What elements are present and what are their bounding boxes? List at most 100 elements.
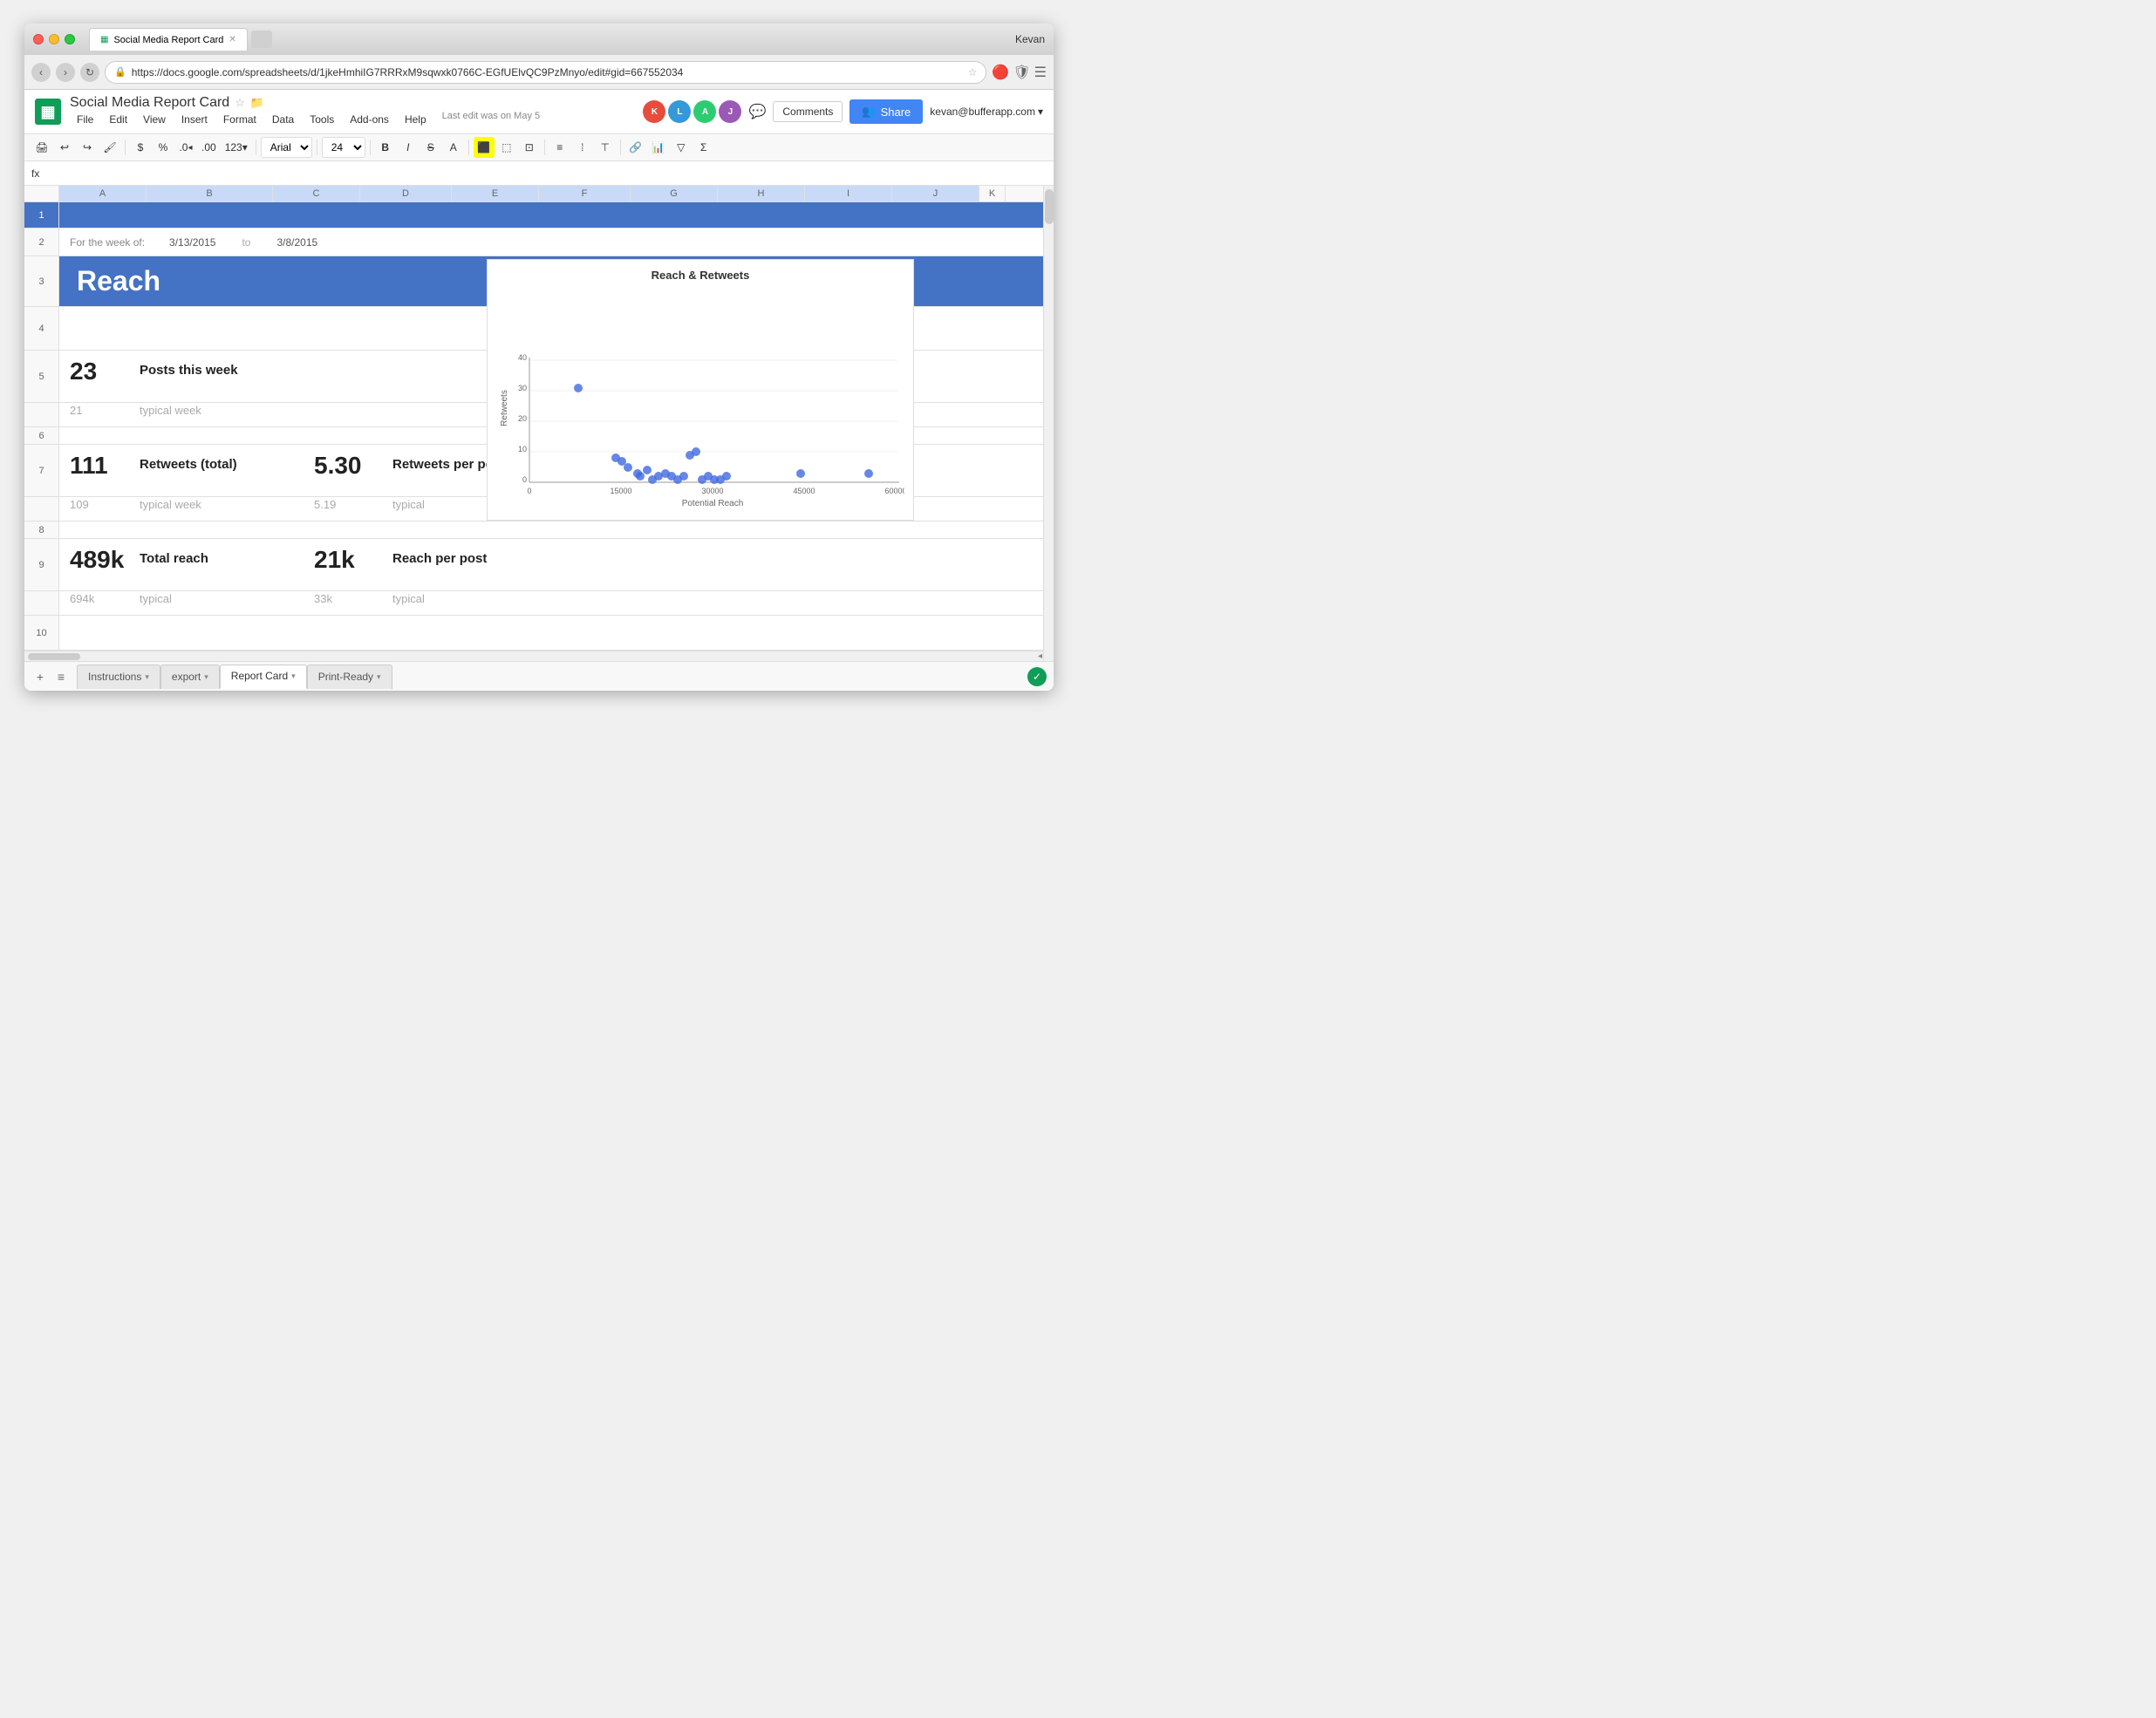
minimize-button[interactable] <box>49 34 59 44</box>
shields-button[interactable]: 🛡 <box>1013 64 1030 81</box>
row-num-8[interactable]: 8 <box>24 522 59 538</box>
decimal-more-button[interactable]: .00 <box>198 137 220 158</box>
close-button[interactable] <box>33 34 44 44</box>
h-scrollbar-thumb[interactable] <box>28 653 80 660</box>
date-start: 3/13/2015 <box>169 236 215 249</box>
sheet-list-button[interactable]: ≡ <box>52 668 70 685</box>
tab-close-button[interactable]: ✕ <box>229 35 235 44</box>
row-num-7b[interactable] <box>24 497 59 521</box>
strikethrough-button[interactable]: S <box>420 137 441 158</box>
col-header-f[interactable]: F <box>539 186 631 201</box>
format-123-button[interactable]: 123▾ <box>222 137 251 158</box>
col-header-h[interactable]: H <box>718 186 805 201</box>
comments-button[interactable]: Comments <box>773 101 843 122</box>
user-account-button[interactable]: kevan@bufferapp.com ▾ <box>930 106 1043 118</box>
menu-file[interactable]: File <box>70 111 100 128</box>
redo-button[interactable]: ↪ <box>77 137 98 158</box>
row-num-4[interactable]: 4 <box>24 307 59 350</box>
menu-insert[interactable]: Insert <box>174 111 215 128</box>
tab-export[interactable]: export ▾ <box>160 665 220 689</box>
formula-bar: fx <box>24 161 1054 186</box>
decimal-less-button[interactable]: .0◂ <box>175 137 196 158</box>
row-1-content[interactable] <box>59 202 1054 228</box>
valign-button[interactable]: ⊤ <box>595 137 616 158</box>
italic-button[interactable]: I <box>398 137 419 158</box>
col-header-i[interactable]: I <box>805 186 892 201</box>
row-num-10[interactable]: 10 <box>24 616 59 650</box>
col-header-c[interactable]: C <box>273 186 360 201</box>
align-left-button[interactable]: ≡ <box>549 137 570 158</box>
chat-icon[interactable]: 💬 <box>748 103 766 120</box>
col-header-b[interactable]: B <box>147 186 273 201</box>
font-family-select[interactable]: Arial <box>261 137 312 158</box>
link-button[interactable]: 🔗 <box>625 137 646 158</box>
menu-data[interactable]: Data <box>265 111 301 128</box>
col-header-d[interactable]: D <box>360 186 452 201</box>
row-num-6[interactable]: 6 <box>24 427 59 444</box>
undo-button[interactable]: ↩ <box>54 137 75 158</box>
forward-button[interactable]: › <box>56 63 75 82</box>
folder-icon[interactable]: 📁 <box>250 96 264 110</box>
row-num-5b[interactable] <box>24 403 59 426</box>
tab-report-arrow: ▾ <box>291 672 296 681</box>
row-num-2[interactable]: 2 <box>24 228 59 256</box>
currency-button[interactable]: $ <box>130 137 151 158</box>
retweets-value-cell: 111 <box>70 452 140 480</box>
menu-help[interactable]: Help <box>398 111 433 128</box>
menu-edit[interactable]: Edit <box>102 111 134 128</box>
add-sheet-button[interactable]: + <box>31 668 49 685</box>
row-num-3[interactable]: 3 <box>24 256 59 306</box>
browser-tab[interactable]: ▦ Social Media Report Card ✕ <box>89 28 248 51</box>
posts-label: Posts this week <box>140 363 238 378</box>
back-button[interactable]: ‹ <box>31 63 51 82</box>
horizontal-scrollbar[interactable]: ◂ ▸ <box>24 651 1054 661</box>
star-icon[interactable]: ☆ <box>235 96 245 110</box>
scrollbar-thumb[interactable] <box>1045 189 1054 224</box>
menu-addons[interactable]: Add-ons <box>343 111 396 128</box>
tab-instructions-label: Instructions <box>88 671 141 683</box>
fill-color-button[interactable]: ⬛ <box>474 137 495 158</box>
functions-button[interactable]: Σ <box>693 137 714 158</box>
col-header-k[interactable]: K <box>979 186 1006 201</box>
col-header-a[interactable]: A <box>59 186 147 201</box>
chart-title: Reach & Retweets <box>496 269 904 282</box>
document-title[interactable]: Social Media Report Card <box>70 95 229 111</box>
col-header-e[interactable]: E <box>452 186 539 201</box>
vertical-scrollbar[interactable] <box>1043 186 1054 651</box>
paint-format-button[interactable]: 🖌 <box>99 137 120 158</box>
print-button[interactable]: 🖨 <box>31 137 52 158</box>
row-num-9[interactable]: 9 <box>24 539 59 590</box>
cell-reference[interactable]: fx <box>31 167 84 180</box>
row-num-7[interactable]: 7 <box>24 445 59 496</box>
col-header-j[interactable]: J <box>892 186 979 201</box>
col-header-g[interactable]: G <box>631 186 718 201</box>
tab-report-card[interactable]: Report Card ▾ <box>220 665 307 689</box>
row-num-9b[interactable] <box>24 591 59 615</box>
new-tab-button[interactable] <box>251 31 272 48</box>
align-button[interactable]: ⁞ <box>572 137 593 158</box>
tab-instructions[interactable]: Instructions ▾ <box>77 665 160 689</box>
extensions-button[interactable]: 🔴 <box>992 64 1009 81</box>
font-size-select[interactable]: 24 <box>322 137 365 158</box>
chart-button[interactable]: 📊 <box>648 137 669 158</box>
menu-button[interactable]: ☰ <box>1034 64 1047 81</box>
share-button[interactable]: 👥 Share <box>849 99 923 124</box>
borders-button[interactable]: ⬚ <box>496 137 517 158</box>
font-color-button[interactable]: A <box>443 137 464 158</box>
url-bar[interactable]: 🔒 https://docs.google.com/spreadsheets/d… <box>105 61 986 84</box>
row-num-5[interactable]: 5 <box>24 351 59 402</box>
menu-tools[interactable]: Tools <box>303 111 341 128</box>
merge-button[interactable]: ⊡ <box>519 137 540 158</box>
menu-format[interactable]: Format <box>216 111 263 128</box>
menu-view[interactable]: View <box>136 111 173 128</box>
bold-button[interactable]: B <box>375 137 396 158</box>
row-num-1[interactable]: 1 <box>24 202 59 228</box>
reach-label: Total reach <box>140 551 208 566</box>
filter-button[interactable]: ▽ <box>671 137 692 158</box>
bookmark-icon[interactable]: ☆ <box>968 66 978 78</box>
tab-print-ready[interactable]: Print-Ready ▾ <box>307 665 392 689</box>
maximize-button[interactable] <box>65 34 75 44</box>
refresh-button[interactable]: ↻ <box>80 63 99 82</box>
percent-button[interactable]: % <box>153 137 174 158</box>
row-9: 9 489k Total reach 21k Reach per post <box>24 539 1054 591</box>
